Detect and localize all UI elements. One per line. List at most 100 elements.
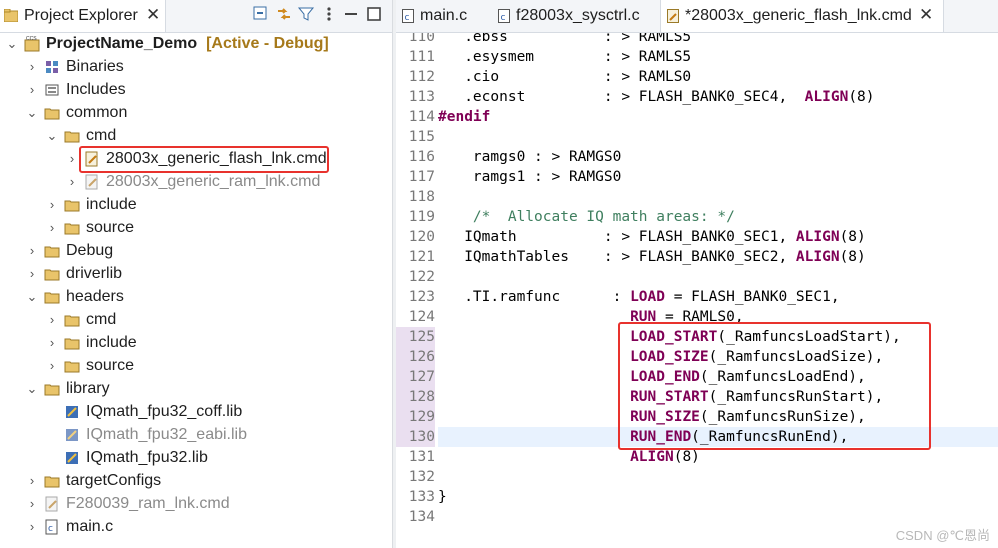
chevron-right-icon[interactable]: › (46, 358, 58, 374)
chevron-right-icon[interactable]: › (26, 266, 38, 282)
maximize-icon[interactable] (365, 5, 383, 23)
close-icon[interactable]: ✕ (146, 5, 160, 25)
chevron-right-icon[interactable]: › (26, 519, 38, 535)
chevron-right-icon[interactable]: › (26, 82, 38, 98)
chevron-right-icon[interactable]: › (26, 59, 38, 75)
chevron-right-icon[interactable]: › (46, 197, 58, 213)
tab-sysctrl-c[interactable]: c f28003x_sysctrl.c (492, 0, 660, 32)
editor-panel: c main.c c f28003x_sysctrl.c *28003x_gen… (396, 0, 998, 548)
code-text: } (438, 489, 447, 505)
code-text: .econst : > FLASH_BANK0_SEC4, (438, 89, 805, 105)
tree-label: headers (66, 288, 124, 305)
link-with-editor-icon[interactable] (275, 5, 293, 23)
svg-text:c: c (501, 13, 506, 23)
line-number: 131 (408, 449, 435, 465)
code-editor[interactable]: 110 111 112 113 114 115 116 117 118 119 120 121 122 1… (396, 33, 998, 548)
library-file-icon (66, 429, 78, 441)
tree-item-f280039-ram-lnk[interactable]: › F280039_ram_lnk.cmd (0, 493, 392, 516)
close-icon[interactable]: ✕ (919, 5, 933, 25)
chevron-right-icon[interactable]: › (66, 174, 78, 190)
includes-icon (45, 84, 59, 96)
tree-item-includes[interactable]: › Includes (0, 79, 392, 102)
tree-item-headers-source[interactable]: › source (0, 355, 392, 378)
tree-label: IQmath_fpu32.lib (86, 449, 208, 466)
binaries-icon (46, 61, 58, 73)
tree-item-targetconfigs[interactable]: › targetConfigs (0, 470, 392, 493)
chevron-right-icon[interactable]: › (46, 335, 58, 351)
code-text: (8) (848, 89, 875, 105)
code-text: = FLASH_BANK0_SEC1, (664, 289, 840, 305)
line-number: 134 (408, 509, 435, 525)
tab-main-c[interactable]: c main.c (396, 0, 492, 32)
chevron-down-icon[interactable]: ⌄ (6, 36, 18, 52)
tree-item-common-source[interactable]: › source (0, 217, 392, 240)
tree-item-common-include[interactable]: › include (0, 194, 392, 217)
project-explorer-icon (4, 9, 18, 22)
minimize-icon[interactable] (342, 5, 360, 23)
library-file-icon (66, 406, 78, 418)
watermark: CSDN @℃恩尚 (895, 528, 990, 543)
chevron-right-icon[interactable]: › (66, 151, 78, 167)
line-number: 113 (408, 89, 435, 105)
tab-label: *28003x_generic_flash_lnk.cmd (685, 7, 912, 24)
tree-item-project[interactable]: ⌄ CCS ProjectName_Demo [Active - Debug] (0, 33, 392, 56)
tree-item-common[interactable]: ⌄ common (0, 102, 392, 125)
svg-text:c: c (405, 13, 410, 23)
tree-label: main.c (66, 518, 114, 535)
line-number: 114 (408, 109, 435, 125)
code-text: ramgs0 : > RAMGS0 (438, 149, 622, 165)
code-line: .esysmem : > RAMLS5 (438, 47, 998, 67)
tree-item-driverlib[interactable]: › driverlib (0, 263, 392, 286)
code-line: IQmathTables : > FLASH_BANK0_SEC2, ALIGN… (438, 247, 998, 267)
code-text: IQmath : > FLASH_BANK0_SEC1, (438, 229, 796, 245)
folder-icon (64, 223, 80, 235)
code-line: ramgs0 : > RAMGS0 (438, 147, 998, 167)
tree-item-iqmath-coff[interactable]: IQmath_fpu32_coff.lib (0, 401, 392, 424)
line-number: 130 (396, 427, 435, 447)
tree-label: IQmath_fpu32_eabi.lib (86, 426, 247, 443)
chevron-right-icon[interactable]: › (26, 496, 38, 512)
tree-item-headers-cmd[interactable]: › cmd (0, 309, 392, 332)
chevron-down-icon[interactable]: ⌄ (26, 381, 38, 397)
project-explorer-title: Project Explorer (24, 7, 138, 24)
folder-icon (44, 292, 60, 304)
tree-item-headers[interactable]: ⌄ headers (0, 286, 392, 309)
cmd-file-icon (85, 174, 98, 190)
chevron-down-icon[interactable]: ⌄ (26, 289, 38, 305)
chevron-right-icon[interactable]: › (26, 473, 38, 489)
tree-item-main-c[interactable]: › c main.c (0, 516, 392, 539)
tab-flash-lnk-cmd[interactable]: *28003x_generic_flash_lnk.cmd ✕ (660, 0, 944, 32)
chevron-right-icon[interactable]: › (46, 312, 58, 328)
line-number: 111 (408, 49, 435, 65)
collapse-all-icon[interactable] (252, 5, 270, 23)
chevron-right-icon[interactable]: › (26, 243, 38, 259)
chevron-down-icon[interactable]: ⌄ (46, 128, 58, 144)
code-line: .ebss : > RAMLS5 (438, 33, 998, 47)
chevron-right-icon[interactable]: › (46, 220, 58, 236)
code-keyword: LOAD (630, 289, 665, 305)
tree-item-library[interactable]: ⌄ library (0, 378, 392, 401)
cmd-file-icon (667, 9, 679, 23)
line-number: 125 (396, 327, 435, 347)
chevron-down-icon[interactable]: ⌄ (26, 105, 38, 121)
tree-item-binaries[interactable]: › Binaries (0, 56, 392, 79)
tree-item-ram-lnk[interactable]: › 28003x_generic_ram_lnk.cmd (0, 171, 392, 194)
tree-item-debug[interactable]: › Debug (0, 240, 392, 263)
line-number-gutter: 110 111 112 113 114 115 116 117 118 119 120 121 122 1… (396, 33, 438, 548)
filter-icon[interactable] (297, 5, 315, 23)
tree-item-common-cmd[interactable]: ⌄ cmd (0, 125, 392, 148)
tree-item-iqmath-lib[interactable]: IQmath_fpu32.lib (0, 447, 392, 470)
tree-item-iqmath-eabi[interactable]: IQmath_fpu32_eabi.lib (0, 424, 392, 447)
code-line: ALIGN(8) (438, 447, 998, 467)
tree-label: targetConfigs (66, 472, 162, 489)
tree-label: include (86, 196, 137, 213)
view-menu-icon[interactable] (320, 5, 338, 23)
tree-label: source (86, 219, 135, 236)
project-explorer-tab[interactable]: Project Explorer ✕ (0, 0, 166, 32)
tree-item-headers-include[interactable]: › include (0, 332, 392, 355)
